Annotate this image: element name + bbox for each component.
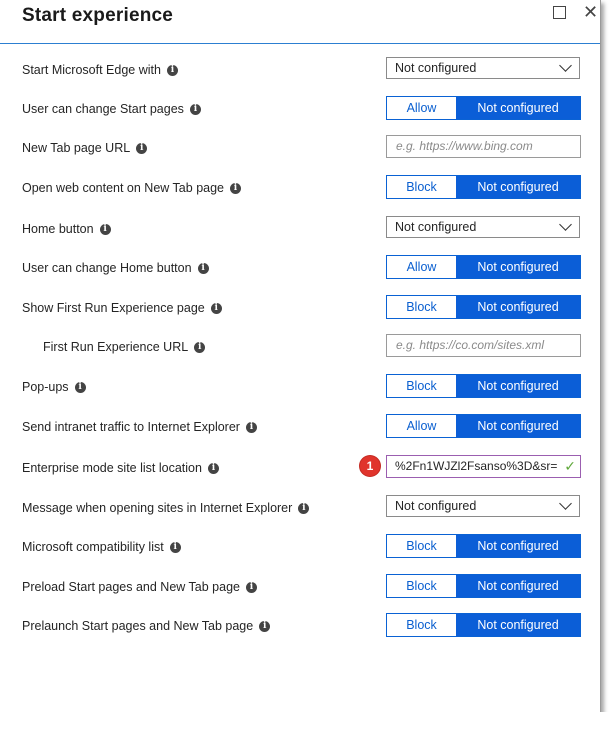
setting-row-prelaunch-start-pages: Prelaunch Start pages and New Tab page i…	[0, 613, 600, 645]
setting-label: Send intranet traffic to Internet Explor…	[22, 420, 240, 434]
user-change-start-pages-toggle: Allow Not configured	[386, 96, 581, 120]
info-icon[interactable]: i	[136, 142, 148, 154]
info-icon[interactable]: i	[194, 341, 206, 353]
info-icon[interactable]: i	[169, 541, 181, 553]
prelaunch-start-pages-toggle: Block Not configured	[386, 613, 581, 637]
setting-label: User can change Home button	[22, 261, 192, 275]
info-icon[interactable]: i	[298, 502, 310, 514]
setting-label: Enterprise mode site list location	[22, 461, 202, 475]
info-icon[interactable]: i	[210, 302, 222, 314]
user-change-home-button-toggle: Allow Not configured	[386, 255, 581, 279]
toggle-option-allow[interactable]: Allow	[387, 256, 456, 278]
info-icon[interactable]: i	[99, 223, 111, 235]
setting-row-message-opening-ie: Message when opening sites in Internet E…	[0, 495, 600, 527]
toggle-option-block[interactable]: Block	[387, 575, 456, 597]
setting-row-send-intranet-traffic: Send intranet traffic to Internet Explor…	[0, 414, 600, 446]
toggle-option-not-configured[interactable]: Not configured	[456, 415, 580, 437]
torn-edge	[0, 712, 615, 730]
setting-label: Prelaunch Start pages and New Tab page	[22, 619, 254, 633]
setting-label: Microsoft compatibility list	[22, 540, 164, 554]
new-tab-page-url-input[interactable]: e.g. https://www.bing.com	[386, 135, 581, 158]
setting-row-user-can-change-home-button: User can change Home button i Allow Not …	[0, 255, 600, 287]
close-icon[interactable]: ✕	[583, 2, 598, 22]
toggle-option-block[interactable]: Block	[387, 375, 456, 397]
toggle-option-block[interactable]: Block	[387, 535, 456, 557]
info-icon[interactable]: i	[74, 381, 86, 393]
toggle-option-not-configured[interactable]: Not configured	[456, 296, 580, 318]
toggle-option-not-configured[interactable]: Not configured	[456, 176, 580, 198]
toggle-option-not-configured[interactable]: Not configured	[456, 375, 580, 397]
setting-label: Open web content on New Tab page	[22, 181, 224, 195]
info-icon[interactable]: i	[166, 64, 178, 76]
info-icon[interactable]: i	[207, 462, 219, 474]
setting-row-user-can-change-start-pages: User can change Start pages i Allow Not …	[0, 96, 600, 128]
setting-row-microsoft-compatibility-list: Microsoft compatibility list i Block Not…	[0, 534, 600, 566]
info-icon[interactable]: i	[245, 581, 257, 593]
toggle-option-block[interactable]: Block	[387, 296, 456, 318]
show-first-run-toggle: Block Not configured	[386, 295, 581, 319]
toggle-option-not-configured[interactable]: Not configured	[456, 256, 580, 278]
dropdown-value: Not configured	[395, 499, 477, 513]
info-icon[interactable]: i	[230, 182, 241, 194]
preload-start-pages-toggle: Block Not configured	[386, 574, 581, 598]
enterprise-site-list-input[interactable]: %2Fn1WJZl2Fsanso%3D&sr= ✓	[386, 455, 581, 478]
compatibility-list-toggle: Block Not configured	[386, 534, 581, 558]
setting-label: Message when opening sites in Internet E…	[22, 501, 293, 515]
toggle-option-block[interactable]: Block	[387, 176, 456, 198]
setting-label: Start Microsoft Edge with	[22, 63, 161, 77]
first-run-url-input[interactable]: e.g. https://co.com/sites.xml	[386, 334, 581, 357]
setting-row-open-web-content-new-tab: Open web content on New Tab page i Block…	[0, 175, 600, 207]
toggle-option-block[interactable]: Block	[387, 614, 456, 636]
toggle-option-not-configured[interactable]: Not configured	[456, 97, 580, 119]
setting-row-show-first-run-experience: Show First Run Experience page i Block N…	[0, 295, 600, 327]
toggle-option-not-configured[interactable]: Not configured	[456, 535, 580, 557]
setting-label: User can change Start pages	[22, 102, 184, 116]
setting-label: Show First Run Experience page	[22, 301, 205, 315]
toggle-option-allow[interactable]: Allow	[387, 415, 456, 437]
setting-label: Pop-ups	[22, 380, 69, 394]
home-button-dropdown[interactable]: Not configured	[386, 216, 580, 238]
setting-row-preload-start-pages: Preload Start pages and New Tab page i B…	[0, 574, 600, 606]
info-icon[interactable]: i	[259, 620, 271, 632]
dropdown-value: Not configured	[395, 220, 477, 234]
input-value: %2Fn1WJZl2Fsanso%3D&sr=	[395, 459, 558, 473]
chevron-down-icon	[559, 218, 572, 231]
message-opening-ie-dropdown[interactable]: Not configured	[386, 495, 580, 517]
setting-row-enterprise-mode-site-list: Enterprise mode site list location i %2F…	[0, 455, 600, 487]
setting-label: Preload Start pages and New Tab page	[22, 580, 240, 594]
setting-row-new-tab-page-url: New Tab page URL i e.g. https://www.bing…	[0, 135, 600, 167]
open-web-content-toggle: Block Not configured	[386, 175, 581, 199]
setting-row-pop-ups: Pop-ups i Block Not configured	[0, 374, 600, 406]
send-intranet-traffic-toggle: Allow Not configured	[386, 414, 581, 438]
setting-row-home-button: Home button i Not configured	[0, 216, 600, 248]
setting-row-start-microsoft-edge-with: Start Microsoft Edge with i Not configur…	[0, 57, 600, 89]
setting-row-first-run-experience-url: First Run Experience URL i e.g. https://…	[0, 334, 600, 366]
maximize-icon[interactable]	[553, 6, 566, 19]
checkmark-icon: ✓	[561, 456, 576, 477]
info-icon[interactable]: i	[245, 421, 257, 433]
panel-title: Start experience	[22, 5, 174, 26]
toggle-option-allow[interactable]: Allow	[387, 97, 456, 119]
chevron-down-icon	[559, 497, 572, 510]
toggle-option-not-configured[interactable]: Not configured	[456, 614, 580, 636]
start-edge-with-dropdown[interactable]: Not configured	[386, 57, 580, 79]
callout-badge: 1	[360, 456, 380, 476]
info-icon[interactable]: i	[197, 262, 209, 274]
pop-ups-toggle: Block Not configured	[386, 374, 581, 398]
toggle-option-not-configured[interactable]: Not configured	[456, 575, 580, 597]
info-icon[interactable]: i	[189, 103, 201, 115]
panel-header: Start experience ✕	[0, 0, 600, 44]
setting-label: New Tab page URL	[22, 141, 131, 155]
setting-label: First Run Experience URL	[43, 340, 189, 354]
setting-label: Home button	[22, 222, 94, 236]
start-experience-panel: Start experience ✕ Start Microsoft Edge …	[0, 0, 601, 713]
dropdown-value: Not configured	[395, 61, 477, 75]
chevron-down-icon	[559, 59, 572, 72]
